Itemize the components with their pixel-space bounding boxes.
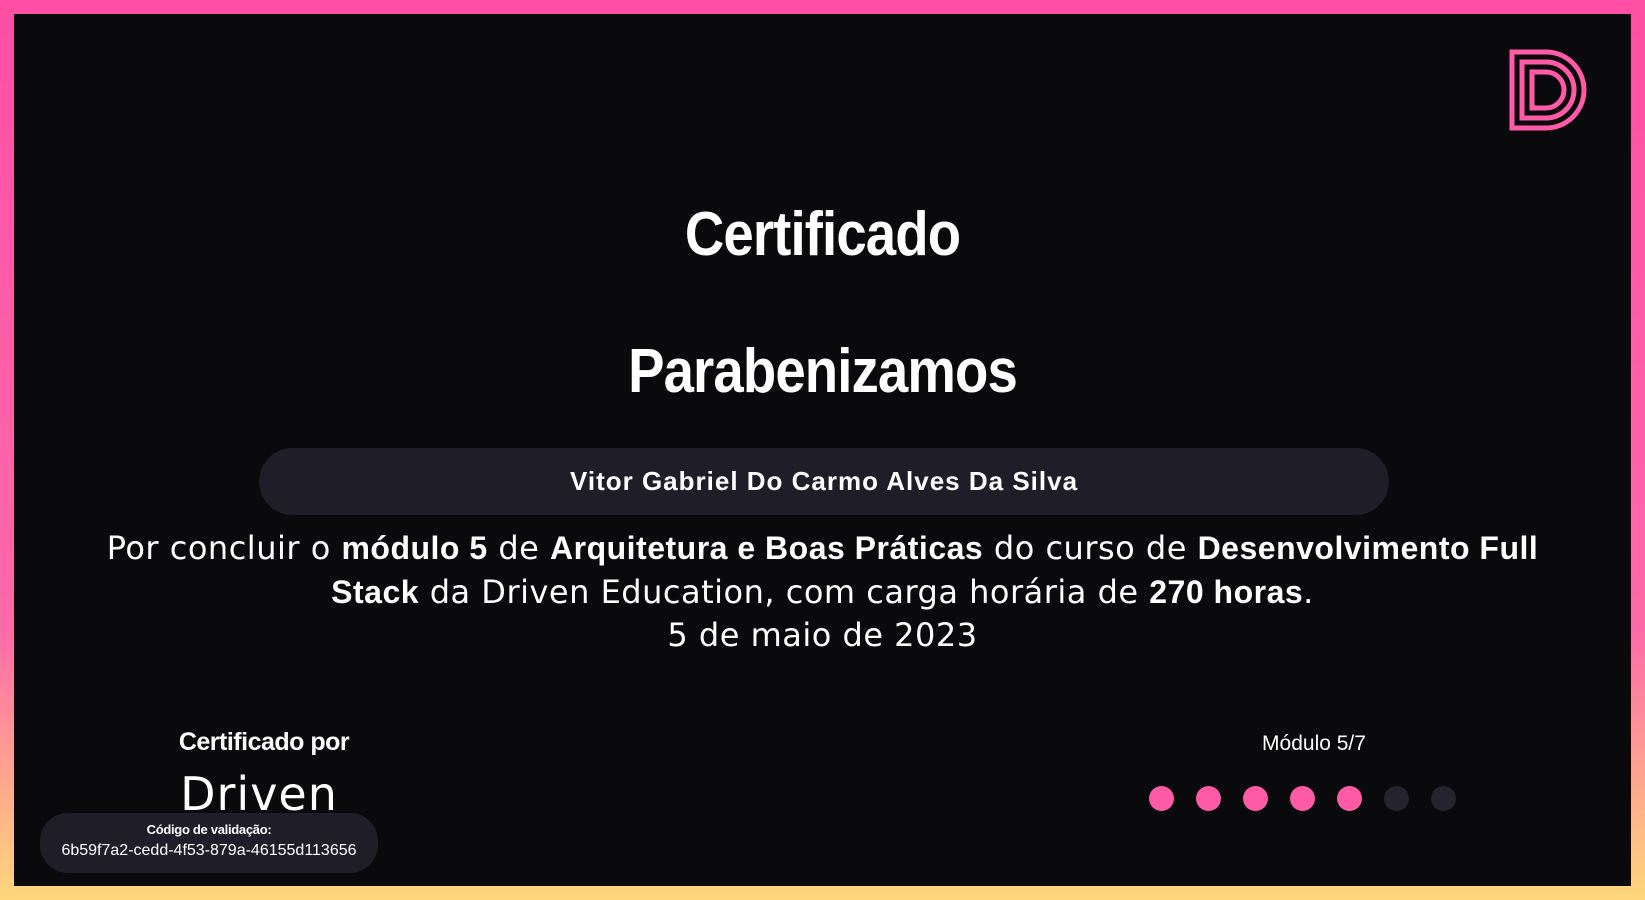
validation-pill: Código de validação: 6b59f7a2-cedd-4f53-… bbox=[40, 813, 378, 873]
desc-text-2: de bbox=[487, 529, 550, 567]
student-name-pill: Vitor Gabriel Do Carmo Alves Da Silva bbox=[259, 448, 1389, 515]
desc-text-5: . bbox=[1303, 573, 1314, 611]
desc-text-1: Por concluir o bbox=[106, 529, 342, 567]
desc-module-name: Arquitetura e Boas Práticas bbox=[550, 530, 984, 566]
desc-module: módulo 5 bbox=[341, 530, 488, 566]
progress-dot-pending bbox=[1431, 786, 1456, 811]
progress-dot-pending bbox=[1384, 786, 1409, 811]
module-progress-label: Módulo 5/7 bbox=[1262, 732, 1366, 755]
desc-hours: 270 horas bbox=[1149, 574, 1304, 610]
certificate-border: Certificado Parabenizamos Vitor Gabriel … bbox=[0, 0, 1645, 900]
progress-dot-complete bbox=[1243, 786, 1268, 811]
driven-logo-icon bbox=[1509, 49, 1587, 131]
validation-label: Código de validação: bbox=[146, 822, 272, 837]
certificate-date: 5 de maio de 2023 bbox=[667, 616, 978, 654]
certificate-card: Certificado Parabenizamos Vitor Gabriel … bbox=[14, 14, 1631, 886]
congrats-heading: Parabenizamos bbox=[628, 337, 1018, 406]
driven-wordmark: Driven bbox=[180, 769, 338, 814]
student-name: Vitor Gabriel Do Carmo Alves Da Silva bbox=[569, 466, 1079, 496]
progress-dot-complete bbox=[1290, 786, 1315, 811]
progress-dot-complete bbox=[1196, 786, 1221, 811]
certificate-description: Por concluir o módulo 5 de Arquitetura e… bbox=[104, 526, 1541, 614]
module-progress-dots bbox=[1149, 786, 1456, 811]
progress-dot-complete bbox=[1149, 786, 1174, 811]
certified-by-label: Certificado por bbox=[178, 728, 350, 756]
validation-code[interactable]: 6b59f7a2-cedd-4f53-879a-46155d113656 bbox=[40, 842, 378, 860]
certificate-title: Certificado bbox=[684, 200, 961, 269]
desc-text-3: do curso de bbox=[983, 529, 1198, 567]
progress-dot-complete bbox=[1337, 786, 1362, 811]
desc-text-4: da Driven Education, com carga horária d… bbox=[419, 573, 1150, 611]
